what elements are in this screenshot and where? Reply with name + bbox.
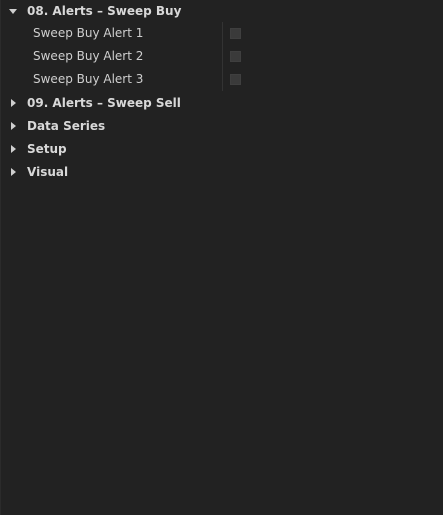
- sweep-buy-alert-3-checkbox[interactable]: [230, 74, 241, 85]
- category-label: 08. Alerts – Sweep Buy: [27, 4, 182, 18]
- category-label: 09. Alerts – Sweep Sell: [27, 96, 181, 110]
- sweep-buy-alert-2-checkbox[interactable]: [230, 51, 241, 62]
- property-value-cell: [222, 68, 443, 91]
- chevron-down-icon[interactable]: [1, 1, 23, 21]
- chevron-right-icon[interactable]: [1, 116, 23, 136]
- chevron-right-icon[interactable]: [1, 139, 23, 159]
- category-label: Visual: [27, 165, 69, 179]
- category-label: Setup: [27, 142, 67, 156]
- chevron-right-icon[interactable]: [1, 93, 23, 113]
- category-visual[interactable]: Visual: [1, 162, 443, 182]
- property-row-sweep-buy-alert-3: Sweep Buy Alert 3: [1, 68, 443, 91]
- property-value-cell: [222, 45, 443, 68]
- category-alerts-sweep-buy[interactable]: 08. Alerts – Sweep Buy: [1, 1, 443, 21]
- property-label: Sweep Buy Alert 3: [33, 72, 144, 86]
- property-row-sweep-buy-alert-2: Sweep Buy Alert 2: [1, 45, 443, 68]
- category-data-series[interactable]: Data Series: [1, 116, 443, 136]
- properties-panel: 08. Alerts – Sweep Buy Sweep Buy Alert 1…: [0, 0, 443, 515]
- category-setup[interactable]: Setup: [1, 139, 443, 159]
- category-alerts-sweep-sell[interactable]: 09. Alerts – Sweep Sell: [1, 93, 443, 113]
- property-label: Sweep Buy Alert 1: [33, 26, 144, 40]
- category-label: Data Series: [27, 119, 106, 133]
- chevron-right-icon[interactable]: [1, 162, 23, 182]
- property-row-sweep-buy-alert-1: Sweep Buy Alert 1: [1, 22, 443, 45]
- property-label: Sweep Buy Alert 2: [33, 49, 144, 63]
- sweep-buy-alert-1-checkbox[interactable]: [230, 28, 241, 39]
- property-value-cell: [222, 22, 443, 45]
